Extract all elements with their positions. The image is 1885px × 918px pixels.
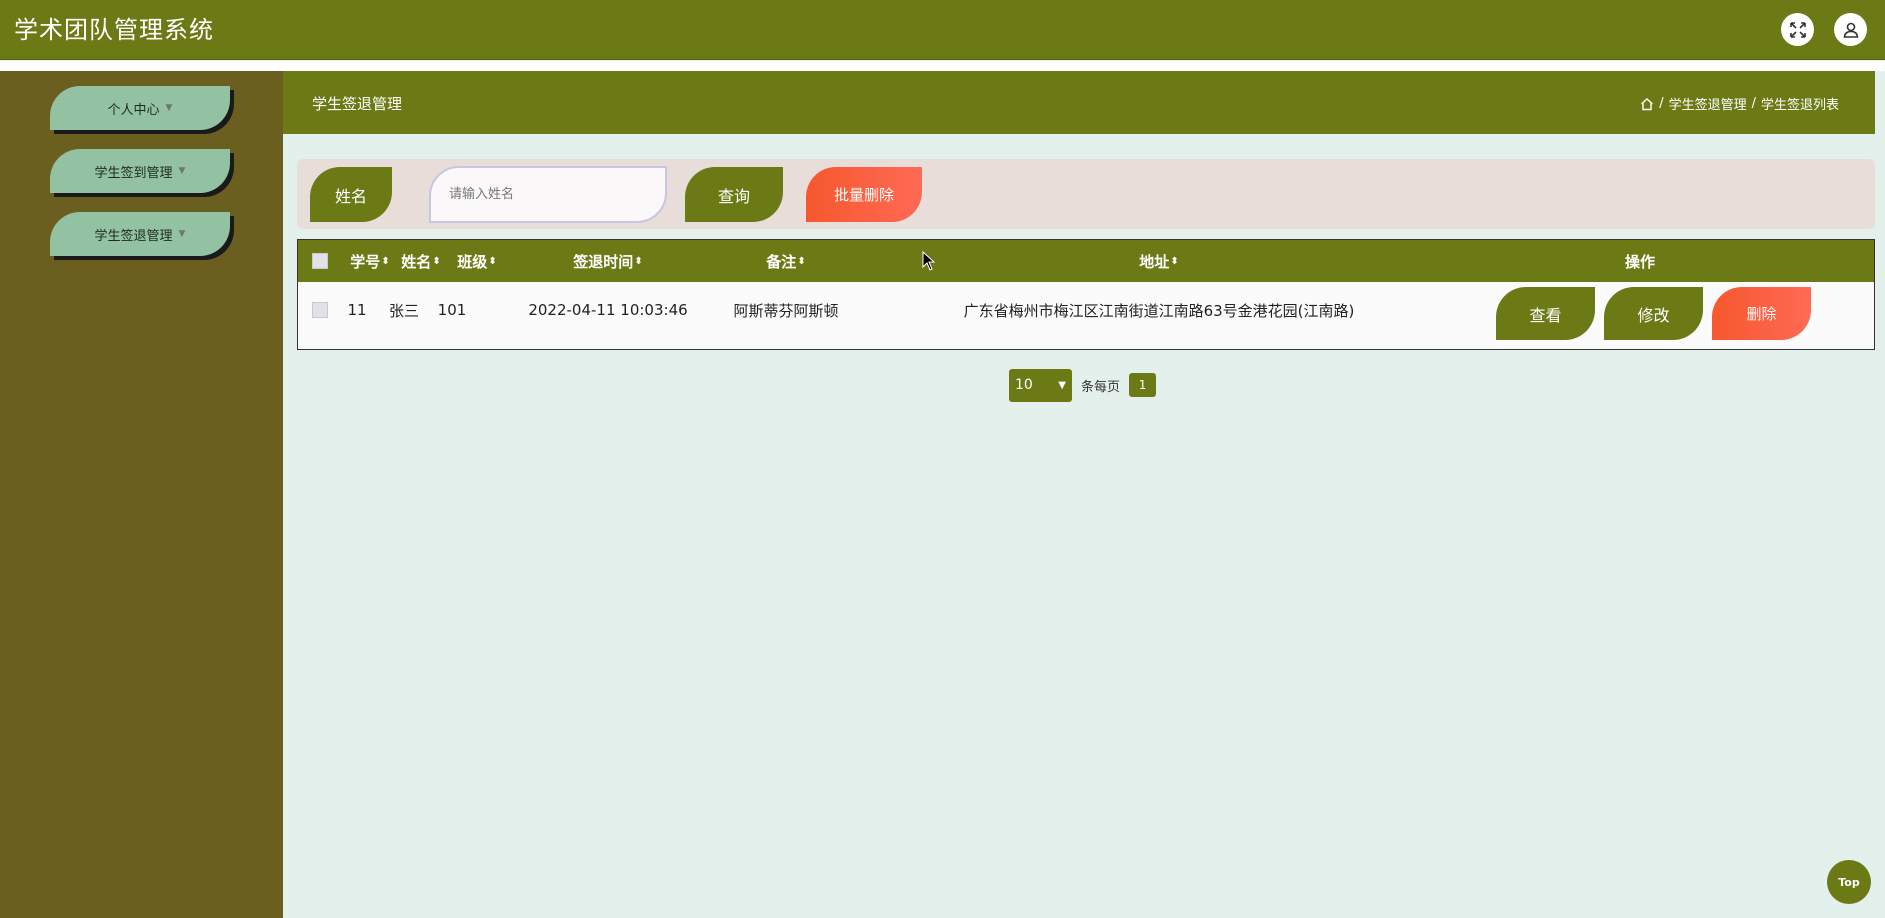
column-header-class[interactable]: 班级 ⬍ — [455, 240, 499, 282]
name-label: 姓名 — [310, 167, 392, 222]
caret-down-icon: ▼ — [165, 103, 173, 113]
column-header-student-id[interactable]: 学号 ⬍ — [348, 240, 392, 282]
breadcrumb-separator: / — [1659, 96, 1664, 111]
checkbox[interactable] — [312, 253, 328, 269]
page-header: 学生签退管理 / 学生签退管理 / 学生签退列表 — [283, 71, 1875, 134]
view-button[interactable]: 查看 — [1496, 287, 1595, 340]
row-checkbox-cell[interactable] — [310, 282, 330, 338]
column-header-remark[interactable]: 备注 ⬍ — [758, 240, 814, 282]
back-to-top-button[interactable]: Top — [1827, 860, 1871, 904]
sidebar-item-label: 学生签退管理 — [94, 228, 173, 244]
column-header-address[interactable]: 地址 ⬍ — [1131, 240, 1187, 282]
delete-button[interactable]: 删除 — [1712, 287, 1811, 340]
cell-student-id: 11 — [347, 301, 367, 319]
sort-icon: ⬍ — [488, 255, 497, 267]
breadcrumb-item: 学生签退列表 — [1760, 98, 1839, 113]
cell-signout-time: 2022-04-11 10:03:46 — [528, 301, 688, 319]
sort-icon: ⬍ — [1170, 255, 1179, 267]
sort-icon: ⬍ — [634, 255, 643, 267]
edit-button[interactable]: 修改 — [1604, 287, 1703, 340]
sidebar-item-signout-management[interactable]: 学生签退管理 ▼ — [50, 212, 230, 256]
cell-name: 张三 — [388, 301, 419, 320]
top-navbar: 学术团队管理系统 — [0, 0, 1885, 60]
cell-address: 广东省梅州市梅江区江南街道江南路63号金港花园(江南路) — [963, 301, 1355, 320]
sidebar: 个人中心 ▼ 学生签到管理 ▼ 学生签退管理 ▼ — [0, 71, 283, 918]
pagination: 10 ▼ 条每页 1 — [1009, 368, 1157, 402]
column-header-actions: 操作 — [1624, 252, 1655, 271]
breadcrumb-separator: / — [1751, 96, 1756, 111]
fullscreen-button[interactable] — [1781, 13, 1814, 46]
sidebar-item-label: 个人中心 — [107, 102, 160, 118]
table-header: 学号 ⬍ 姓名 ⬍ 班级 ⬍ 签退时间 ⬍ 备注 ⬍ 地址 ⬍ 操作 — [298, 240, 1874, 282]
search-bar: 姓名 查询 批量删除 — [297, 159, 1875, 229]
caret-down-icon: ▼ — [178, 166, 186, 176]
page-size-value: 10 — [1015, 377, 1033, 393]
sidebar-item-personal-center[interactable]: 个人中心 ▼ — [50, 86, 230, 130]
batch-delete-button[interactable]: 批量删除 — [806, 167, 922, 222]
sidebar-item-signin-management[interactable]: 学生签到管理 ▼ — [50, 149, 230, 193]
sidebar-item-label: 学生签到管理 — [94, 165, 173, 181]
checkbox[interactable] — [312, 302, 328, 318]
select-all-checkbox[interactable] — [310, 240, 330, 282]
sort-icon: ⬍ — [432, 255, 441, 267]
user-icon — [1843, 22, 1858, 38]
home-icon[interactable] — [1640, 97, 1654, 111]
column-header-signout-time[interactable]: 签退时间 ⬍ — [563, 240, 653, 282]
main-content: 学生签退管理 / 学生签退管理 / 学生签退列表 姓名 查询 批量删除 学号⬍ … — [283, 71, 1885, 918]
cell-class: 101 — [437, 301, 467, 319]
app-title: 学术团队管理系统 — [14, 16, 214, 44]
chevron-down-icon: ▼ — [1058, 379, 1066, 391]
column-header-name[interactable]: 姓名 ⬍ — [399, 240, 443, 282]
per-page-label: 条每页 — [1081, 379, 1121, 395]
caret-down-icon: ▼ — [178, 229, 186, 239]
sort-icon: ⬍ — [797, 255, 806, 267]
page-title: 学生签退管理 — [312, 95, 403, 113]
page-number-button[interactable]: 1 — [1129, 373, 1157, 397]
page-size-select[interactable]: 10 ▼ — [1009, 368, 1072, 402]
user-menu-button[interactable] — [1834, 13, 1867, 46]
query-button[interactable]: 查询 — [685, 167, 783, 222]
breadcrumb: / 学生签退管理 / 学生签退列表 — [1640, 94, 1839, 113]
breadcrumb-item[interactable]: 学生签退管理 — [1669, 94, 1747, 113]
table-row: 11 张三 101 2022-04-11 10:03:46 阿斯蒂芬阿斯顿 广东… — [298, 282, 1874, 349]
signout-table: 学号 ⬍ 姓名 ⬍ 班级 ⬍ 签退时间 ⬍ 备注 ⬍ 地址 ⬍ 操作 11 张三… — [297, 239, 1875, 350]
cell-remark: 阿斯蒂芬阿斯顿 — [733, 301, 839, 320]
sort-icon: ⬍ — [381, 255, 390, 267]
fullscreen-icon — [1789, 21, 1806, 38]
mouse-cursor-icon — [922, 251, 936, 271]
header-divider — [0, 61, 1885, 71]
name-search-input[interactable] — [429, 166, 667, 223]
